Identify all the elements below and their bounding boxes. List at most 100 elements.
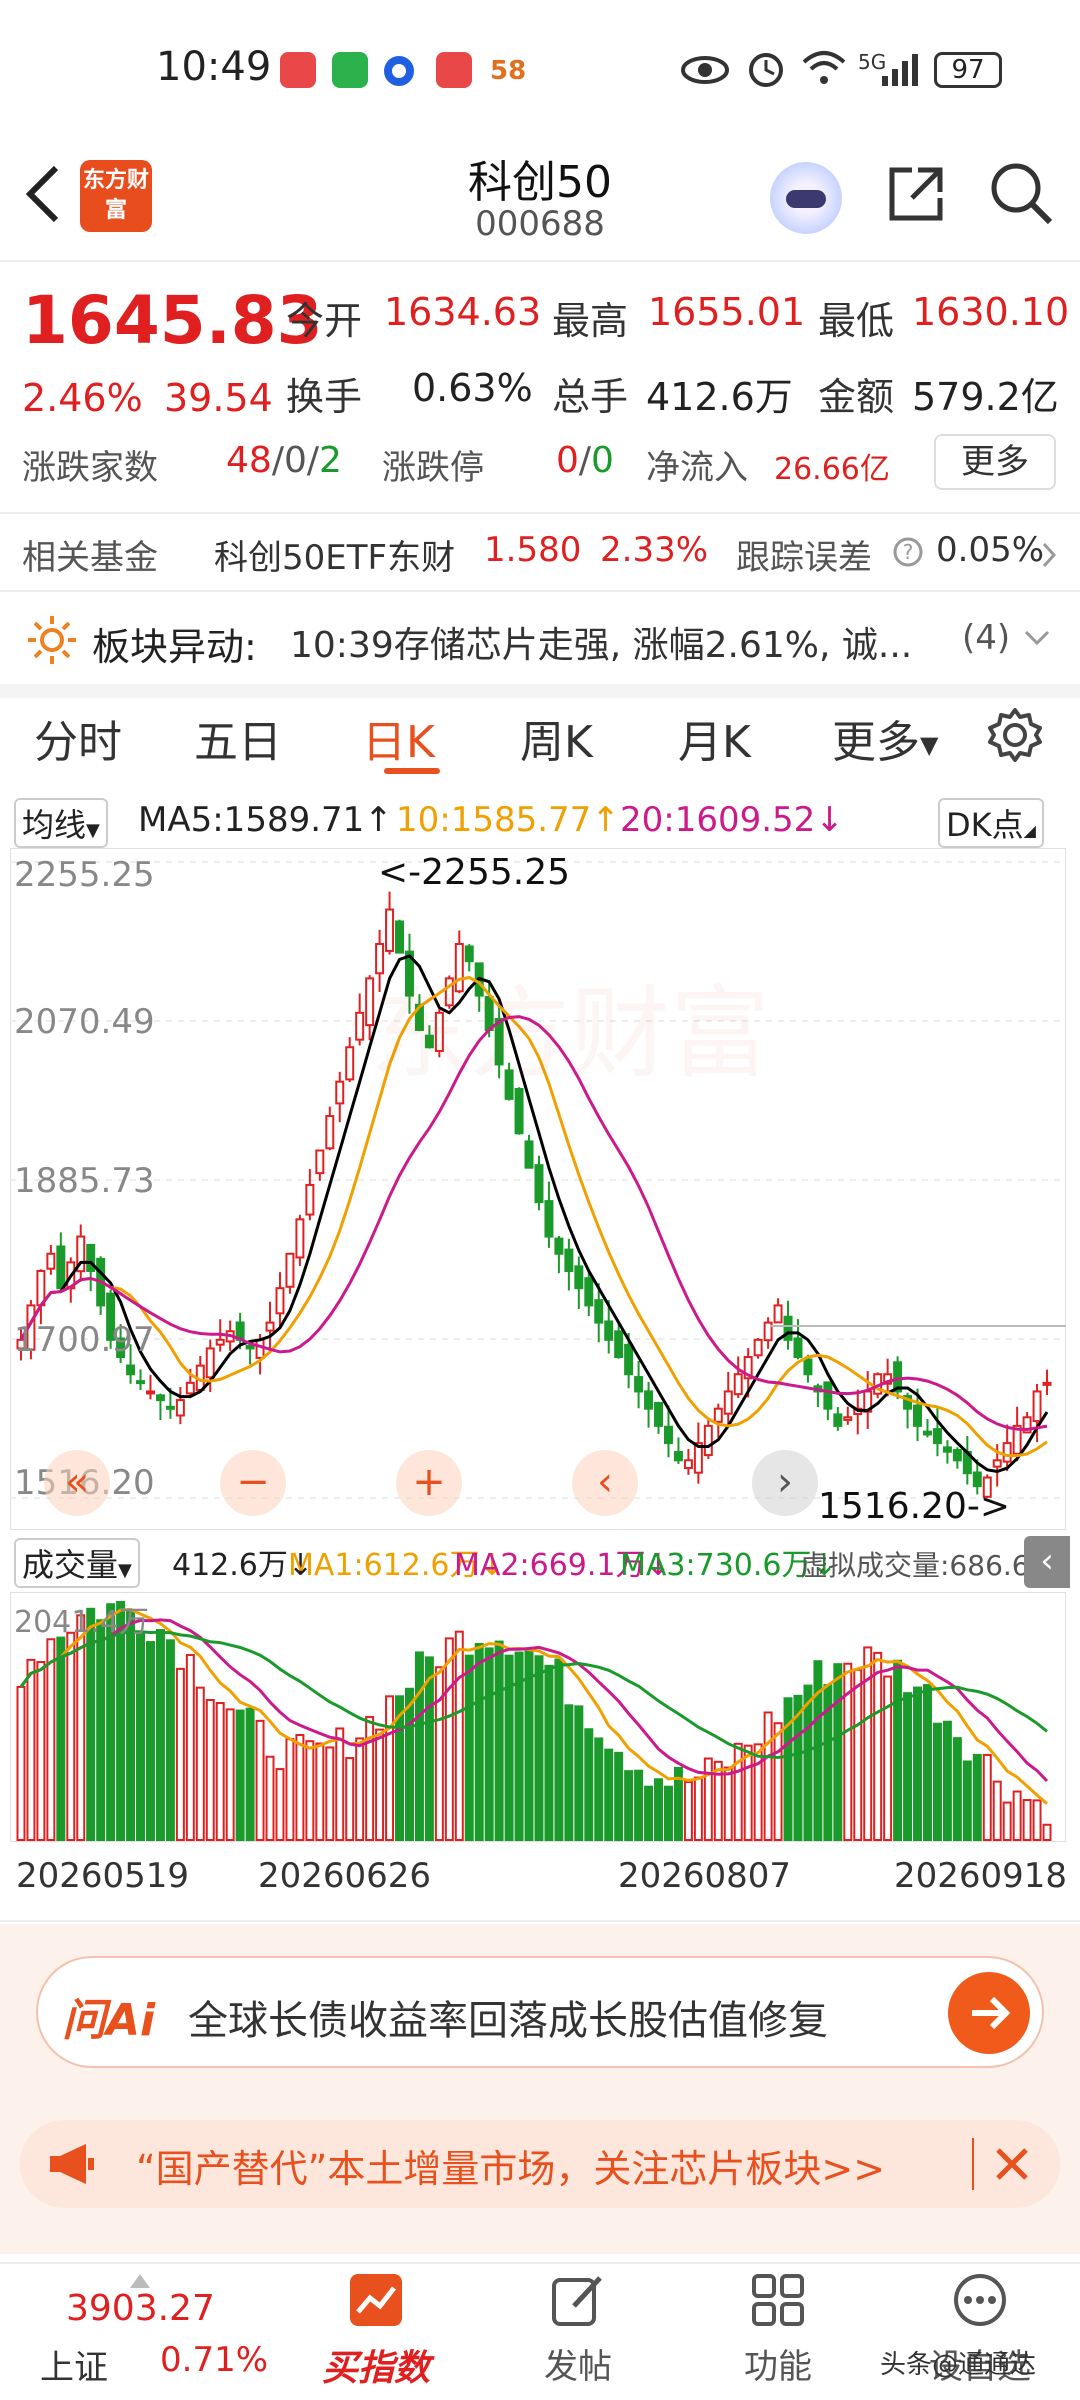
netflow-label: 净流入 [646, 448, 748, 488]
volume-bar [783, 1697, 793, 1842]
volume-bar [375, 1728, 385, 1842]
candle-body [683, 1459, 693, 1470]
gear-icon[interactable] [986, 706, 1044, 764]
candle-body [1042, 1381, 1052, 1386]
low-value: 1630.10 [912, 290, 1070, 334]
candle-body [942, 1446, 952, 1453]
notice-text: “国产替代”本土增量市场，关注芯片板块>> [136, 2147, 886, 2191]
ai-go-button[interactable] [948, 1972, 1030, 2054]
nav-functions[interactable]: 功能 [708, 2270, 848, 2388]
close-icon[interactable] [988, 2140, 1036, 2188]
app-notification-icon [280, 52, 316, 88]
candle-body [833, 1413, 843, 1427]
ma10-text: 10:1585.77 [396, 800, 592, 840]
watermark-credit: 头条@通通达 [880, 2350, 1037, 2380]
candle-body [773, 1304, 783, 1324]
volume-bar [404, 1687, 414, 1842]
candle-body [514, 1088, 524, 1135]
fund-name[interactable]: 科创50ETF东财 [214, 530, 455, 579]
volume-bar [763, 1711, 773, 1841]
low-label: 最低 [818, 299, 895, 343]
candle-body [345, 1046, 355, 1081]
ai-assistant-avatar[interactable] [770, 162, 842, 234]
open-label: 今开 [286, 299, 363, 343]
index-name[interactable]: 上证 [40, 2340, 108, 2389]
volume-bar [175, 1667, 185, 1841]
volume-bar [325, 1746, 335, 1842]
volume-bar [484, 1647, 494, 1842]
volume-bar [654, 1778, 664, 1841]
tab-more[interactable]: 更多▼ [832, 706, 938, 770]
candle-body [673, 1451, 683, 1462]
tab-five-day[interactable]: 五日 [194, 706, 282, 770]
search-icon[interactable] [988, 160, 1056, 228]
candle-body [155, 1394, 165, 1402]
candle-body [245, 1344, 255, 1350]
candle-body [534, 1164, 544, 1204]
notice-banner[interactable]: “国产替代”本土增量市场，关注芯片板块>> [20, 2120, 1060, 2208]
ai-banner[interactable]: 问Ai 全球长债收益率回落成长股估值修复 [36, 1956, 1044, 2068]
volume-indicator-selector[interactable]: 成交量▼ [14, 1538, 140, 1588]
dk-point-button[interactable]: DK点◢ [938, 798, 1044, 848]
volume-bar [305, 1740, 315, 1841]
tab-monthly-k[interactable]: 月K [678, 706, 751, 770]
nav-post[interactable]: 发帖 [508, 2270, 648, 2388]
candle-body [315, 1149, 325, 1175]
volume-bar [1032, 1799, 1042, 1842]
svg-text:?: ? [903, 540, 914, 564]
alert-text: 10:39存储芯片走强, 涨幅2.61%, 诚... [290, 625, 913, 666]
collapse-panel-button[interactable]: ‹ [1024, 1536, 1070, 1588]
tracking-label: 跟踪误差 [736, 538, 872, 578]
y-tick-label: 2255.25 [14, 855, 155, 895]
limit-label: 涨跌停 [382, 448, 484, 488]
turnover-value: 0.63% [412, 366, 533, 410]
eye-icon [681, 56, 729, 84]
volume-bar [136, 1631, 146, 1841]
volume-bar [26, 1658, 36, 1841]
volume-y-tick: 2041.4万 [14, 1605, 149, 1640]
volume-bar [16, 1685, 26, 1841]
volume-bar [155, 1629, 165, 1841]
tab-weekly-k[interactable]: 周K [520, 706, 593, 770]
divider [0, 512, 1080, 514]
alert-count: (4) [962, 618, 1011, 658]
candle-body [375, 942, 385, 975]
candlestick-chart[interactable]: 2255.252070.491885.731700.971516.20 东方财富 [10, 848, 1066, 1530]
candle-body [464, 945, 474, 963]
candle-body [843, 1416, 853, 1421]
scroll-left-button[interactable]: ‹ [572, 1450, 638, 1516]
volume-bar [96, 1619, 106, 1841]
volume-bar [1012, 1790, 1022, 1841]
share-icon[interactable] [884, 162, 948, 226]
nav-buy-index[interactable]: 买指数 [306, 2270, 446, 2391]
zoom-out-button[interactable]: − [220, 1450, 286, 1516]
volume-bar [703, 1757, 713, 1841]
tab-intraday[interactable]: 分时 [34, 706, 122, 770]
battery-level: 97 [934, 52, 1002, 88]
candle-body [46, 1252, 56, 1270]
volume-bar [614, 1751, 624, 1841]
volume-bar [604, 1748, 614, 1841]
tab-daily-k[interactable]: 日K [362, 706, 435, 770]
candle-body [524, 1140, 534, 1169]
volume-bar [743, 1744, 753, 1841]
volume-bar [295, 1734, 305, 1841]
arrow-right-icon [972, 1996, 1011, 2030]
help-icon[interactable]: ? [892, 536, 924, 568]
volume-bar [634, 1769, 644, 1842]
volume-bar [1042, 1823, 1052, 1841]
scroll-right-button[interactable]: › [752, 1450, 818, 1516]
scroll-left-fast-button[interactable]: « [44, 1450, 110, 1516]
indicator-selector[interactable]: 均线▼ [14, 798, 108, 848]
volume-bar [803, 1684, 813, 1841]
zoom-in-button[interactable]: + [396, 1450, 462, 1516]
candle-body [654, 1401, 664, 1427]
volume-bar [444, 1637, 454, 1842]
volume-bar [903, 1692, 913, 1841]
chevron-down-icon[interactable] [1022, 628, 1052, 648]
volume-chart[interactable]: 2041.4万 [10, 1592, 1066, 1842]
candle-body [165, 1405, 175, 1410]
volume-bar [913, 1686, 923, 1841]
candle-body [255, 1338, 265, 1359]
more-button[interactable]: 更多 [934, 434, 1056, 490]
